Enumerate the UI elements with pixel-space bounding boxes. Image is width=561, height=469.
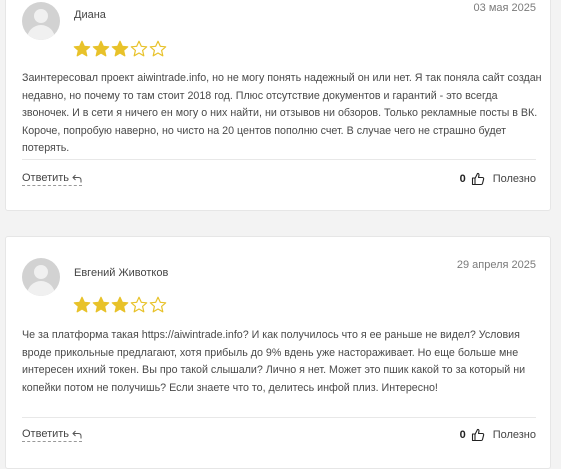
star-filled-icon bbox=[111, 40, 129, 57]
helpful-count: 0 bbox=[459, 173, 466, 185]
review-author: Евгений Животков bbox=[74, 267, 169, 279]
review-text: Заинтересовал проект aiwintrade.info, но… bbox=[22, 72, 542, 154]
star-empty-icon bbox=[130, 40, 148, 57]
star-filled-icon bbox=[73, 296, 91, 313]
divider bbox=[22, 159, 536, 160]
reply-label: Ответить bbox=[22, 428, 70, 440]
helpful-button[interactable]: Полезно bbox=[493, 429, 536, 441]
reply-arrow-icon bbox=[72, 430, 82, 438]
star-filled-icon bbox=[73, 40, 91, 57]
avatar bbox=[22, 2, 60, 40]
reply-label: Ответить bbox=[22, 172, 70, 184]
rating-stars bbox=[73, 40, 167, 58]
review-card: Евгений Животков 29 апреля 2025 Че за пл… bbox=[5, 236, 551, 469]
reply-button[interactable]: Ответить bbox=[22, 428, 83, 442]
review-author: Диана bbox=[74, 9, 106, 21]
star-empty-icon bbox=[130, 296, 148, 313]
helpful-button[interactable]: Полезно bbox=[493, 173, 536, 185]
helpful-control: 0 Полезно bbox=[460, 172, 536, 186]
avatar bbox=[22, 258, 60, 296]
reply-arrow-icon bbox=[72, 174, 82, 182]
star-empty-icon bbox=[149, 296, 167, 313]
review-text: Че за платформа такая https://aiwintrade… bbox=[22, 329, 526, 394]
review-date: 29 апреля 2025 bbox=[456, 259, 536, 271]
thumbs-up-icon[interactable] bbox=[471, 428, 485, 442]
helpful-control: 0 Полезно bbox=[460, 428, 536, 442]
star-empty-icon bbox=[149, 40, 167, 57]
thumbs-up-icon[interactable] bbox=[471, 172, 485, 186]
star-filled-icon bbox=[92, 40, 110, 57]
star-filled-icon bbox=[92, 296, 110, 313]
divider bbox=[22, 417, 536, 418]
rating-stars bbox=[73, 296, 167, 314]
star-filled-icon bbox=[111, 296, 129, 313]
review-card: Диана 03 мая 2025 Заинтересовал проект a… bbox=[5, 0, 551, 211]
reply-button[interactable]: Ответить bbox=[22, 172, 83, 186]
review-date: 03 мая 2025 bbox=[473, 2, 536, 14]
helpful-count: 0 bbox=[459, 429, 466, 441]
